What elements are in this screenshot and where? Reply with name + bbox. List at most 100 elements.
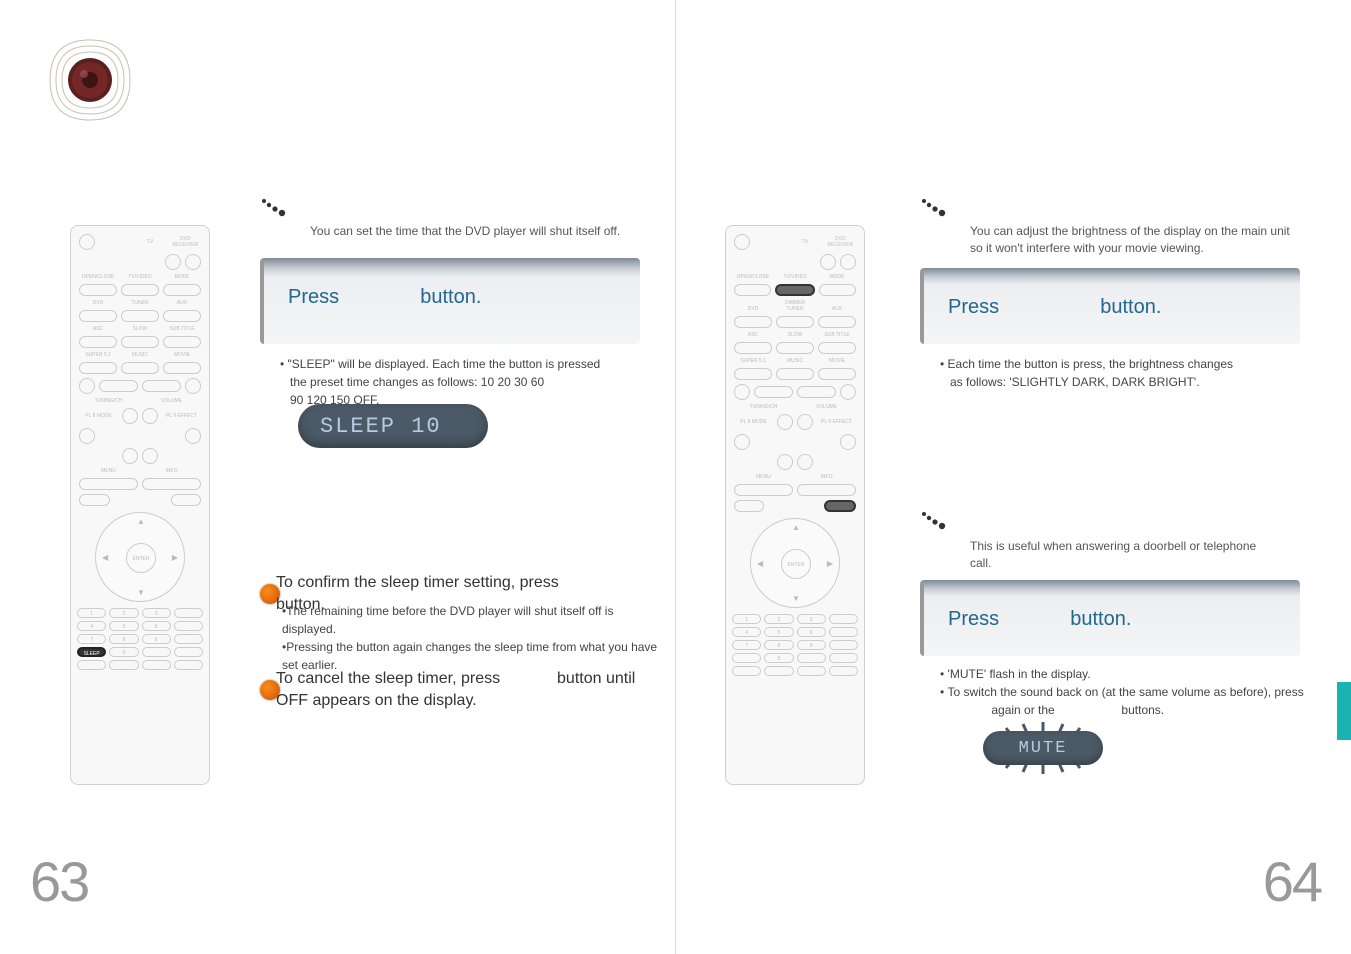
remote-label: AUX [161,300,203,306]
enter-button: ENTER [126,543,156,573]
page-number-left: 63 [30,849,88,914]
remote-btn [829,614,858,624]
step-suffix: button. [1100,296,1161,318]
remote-btn [818,342,856,354]
num-7: 7 [77,634,106,644]
remote-label: PL II MODE [732,419,775,425]
remote-btn [840,254,856,270]
remote-label: MENU [77,468,140,474]
remote-label: MENU [732,474,795,480]
num-4: 4 [732,627,761,637]
num-2: 2 [109,608,138,618]
num-5: 5 [109,621,138,631]
mute-display: MUTE [948,718,1138,778]
remote-btn [776,316,814,328]
remote-btn [797,653,826,663]
remote-btn [734,342,772,354]
remote-label: OPEN/CLOSE [732,274,774,280]
num-1: 1 [77,608,106,618]
section-icon [260,195,290,225]
num-1: 1 [732,614,761,624]
note-line: Each time the button is press, the brigh… [948,357,1234,371]
remote-label: TUNING/CH [732,404,795,410]
remote-label: MOVIE [161,352,203,358]
remote-control-left: TV DVD RECEIVER OPEN/CLOSETV/VIDEOMODE D… [70,225,210,785]
remote-btn [121,336,159,348]
remote-btn [776,368,814,380]
remote-label: TUNER [119,300,161,306]
remote-btn [121,310,159,322]
stop-icon [99,380,138,392]
prev-icon [79,378,95,394]
note-line: the preset time changes as follows: 10 2… [278,373,638,391]
remote-btn [797,666,826,676]
section-icon [920,195,950,225]
remote-btn [142,478,201,490]
vol-up-icon [797,414,813,430]
remote-btn [829,653,858,663]
cancel-line2: OFF appears on the display. [276,692,477,709]
remote-btn [165,254,181,270]
dpad: ENTER ▲ ▼ ◀ ▶ [750,518,840,608]
remote-btn [776,342,814,354]
section-icon [920,508,950,538]
numpad: 123 456 789 SLEEP0 [77,608,203,670]
remote-btn [79,310,117,322]
remote-btn [79,428,95,444]
num-3: 3 [797,614,826,624]
remote-btn [829,640,858,650]
remote-btn [732,666,761,676]
dimmer-step-box: Press button. [920,268,1300,344]
remote-label: DVD RECEIVER [823,236,858,248]
remote-label: PL II MODE [77,413,120,419]
step-suffix: button. [1070,608,1131,630]
dimmer-step-title: Press button. [948,296,1276,319]
sleep-lcd: SLEEP 10 [298,404,488,448]
return-button [79,494,110,506]
dimmer-intro: You can adjust the brightness of the dis… [970,223,1300,257]
remote-btn [174,647,203,657]
remote-btn [734,316,772,328]
remote-label: DVD RECEIVER [168,236,203,248]
play-icon [797,386,836,398]
remote-btn [163,336,201,348]
remote-btn [79,336,117,348]
note-line: To switch the sound back on (at the same… [948,685,1304,699]
arrow-left-icon: ◀ [757,559,763,568]
vol-down-icon [797,454,813,470]
sleep-button-highlight: SLEEP [77,647,106,657]
dimmer-button [121,284,159,296]
remote-label: TV/VIDEO [119,274,161,280]
up-icon [777,414,793,430]
page-number-right: 64 [1263,849,1321,914]
arrow-down-icon: ▼ [792,594,800,603]
side-tab [1337,682,1351,740]
remote-label: SUB TITLE [816,332,858,338]
mute-button-highlight [824,500,856,512]
remote-label: TUNER [774,306,816,312]
remote-btn [163,284,201,296]
remote-btn [185,254,201,270]
remote-btn [163,362,201,374]
remote-btn [79,478,138,490]
lcd-text: SLEEP 10 [320,414,442,439]
step-prefix: Press [288,286,339,308]
remote-label: SLOW [774,332,816,338]
cancel-heading: To cancel the sleep timer, press button … [260,668,660,713]
num-8: 8 [764,640,793,650]
remote-label: SUPER 5.1 [732,358,774,364]
dimmer-note: • Each time the button is press, the bri… [938,355,1298,391]
remote-label: MODE [816,274,858,280]
arrow-up-icon: ▲ [137,517,145,526]
note-line: •The remaining time before the DVD playe… [282,602,662,638]
step-prefix: Press [948,608,999,630]
remote-label: MOVIE [816,358,858,364]
next-icon [840,384,856,400]
remote-label: TV/VIDEO [774,274,816,280]
vol-up-icon [142,408,158,424]
brand-logo [40,30,140,130]
remote-label: AUX [816,306,858,312]
arrow-right-icon: ▶ [172,553,178,562]
num-0: 0 [764,653,793,663]
dpad: ENTER ▲ ▼ ◀ ▶ [95,512,185,602]
